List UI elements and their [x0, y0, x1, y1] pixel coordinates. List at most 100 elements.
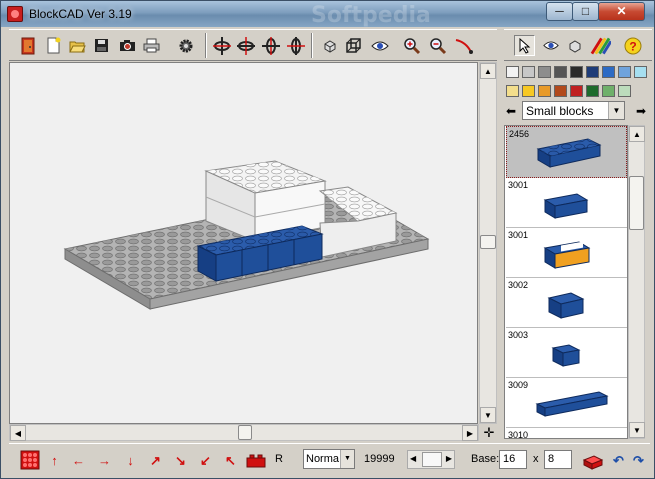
- render-mode-value: Norma: [306, 453, 340, 465]
- list-item[interactable]: 3009: [506, 378, 627, 428]
- crosshair-icon[interactable]: ✛: [481, 425, 497, 441]
- list-item[interactable]: 3001: [506, 228, 627, 278]
- category-select[interactable]: Small blocks ▼: [522, 101, 625, 120]
- move-up-left-arrow-icon[interactable]: ↖: [221, 451, 240, 470]
- chevron-down-icon[interactable]: ▼: [608, 102, 624, 119]
- eye-toggle-icon[interactable]: [540, 35, 561, 56]
- close-button[interactable]: ✕: [598, 2, 645, 21]
- toolbar-separator: [205, 33, 207, 58]
- rotate-label[interactable]: R: [275, 453, 283, 465]
- base-width-input[interactable]: 16: [499, 450, 527, 469]
- viewport-vertical-scrollbar[interactable]: ▲ ▼: [479, 62, 497, 424]
- rotate-down-icon[interactable]: [285, 35, 306, 56]
- solid-view-icon[interactable]: [319, 35, 340, 56]
- color-rainbow-icon[interactable]: [590, 35, 611, 56]
- part-list-scrollbar[interactable]: ▲ ▼: [628, 125, 645, 439]
- rotate-right-icon[interactable]: [235, 35, 256, 56]
- counter-spinner[interactable]: ◀ ▶: [407, 450, 455, 469]
- scroll-up-arrow-icon[interactable]: ▲: [480, 63, 496, 79]
- part-thumbnail: [536, 138, 602, 168]
- chevron-down-icon[interactable]: ▼: [340, 450, 354, 468]
- move-down-arrow-icon[interactable]: ↓: [121, 451, 140, 470]
- color-swatch[interactable]: [634, 66, 647, 78]
- list-item[interactable]: 3002: [506, 278, 627, 328]
- app-icon[interactable]: [7, 6, 23, 22]
- color-swatch[interactable]: [618, 85, 631, 97]
- scroll-up-arrow-icon[interactable]: ▲: [629, 126, 645, 142]
- grid-brick-icon[interactable]: [19, 449, 40, 470]
- model-render: [63, 160, 430, 310]
- part-thumbnail: [543, 193, 589, 219]
- move-up-right-arrow-icon[interactable]: ↗: [146, 451, 165, 470]
- color-swatch[interactable]: [602, 85, 615, 97]
- brick-icon[interactable]: [245, 451, 267, 470]
- previous-category-arrow-icon[interactable]: ⬅: [504, 104, 518, 118]
- color-swatch[interactable]: [522, 85, 535, 97]
- spin-thumb[interactable]: [422, 452, 442, 467]
- scroll-left-arrow-icon[interactable]: ◀: [10, 425, 26, 441]
- color-swatch[interactable]: [538, 85, 551, 97]
- zoom-out-icon[interactable]: [427, 35, 448, 56]
- print-icon[interactable]: [141, 35, 162, 56]
- scroll-down-arrow-icon[interactable]: ▼: [480, 407, 496, 423]
- list-item[interactable]: 3010: [506, 428, 627, 438]
- viewport-horizontal-scrollbar[interactable]: ◀ ▶: [9, 424, 479, 441]
- move-down-right-arrow-icon[interactable]: ↘: [171, 451, 190, 470]
- spin-right-arrow-icon[interactable]: ▶: [446, 454, 452, 463]
- move-left-arrow-icon[interactable]: ←: [69, 451, 88, 470]
- rotate-left-icon[interactable]: [211, 35, 232, 56]
- part-thumbnail: [535, 391, 609, 417]
- minimize-button[interactable]: ─: [546, 2, 573, 21]
- horizontal-scroll-thumb[interactable]: [238, 425, 252, 440]
- part-thumbnail: [547, 292, 585, 319]
- color-swatch[interactable]: [602, 66, 615, 78]
- color-swatch[interactable]: [554, 85, 567, 97]
- color-swatch[interactable]: [554, 66, 567, 78]
- redo-icon[interactable]: ↷: [629, 451, 648, 470]
- new-file-icon[interactable]: [43, 35, 64, 56]
- render-mode-select[interactable]: Norma ▼: [303, 449, 355, 469]
- color-swatch[interactable]: [586, 66, 599, 78]
- color-swatch[interactable]: [586, 85, 599, 97]
- category-select-value: Small blocks: [526, 104, 594, 118]
- pointer-select-icon[interactable]: [514, 35, 535, 56]
- wand-tool-icon[interactable]: [453, 35, 474, 56]
- list-item[interactable]: 2456: [506, 126, 627, 178]
- color-swatch[interactable]: [522, 66, 535, 78]
- block-shape-icon[interactable]: [564, 35, 585, 56]
- color-swatch[interactable]: [618, 66, 631, 78]
- help-icon[interactable]: ?: [622, 35, 643, 56]
- rotate-up-icon[interactable]: [260, 35, 281, 56]
- scroll-down-arrow-icon[interactable]: ▼: [629, 422, 645, 438]
- maximize-button[interactable]: □: [572, 2, 599, 21]
- color-swatch[interactable]: [506, 66, 519, 78]
- base-brick-icon[interactable]: [581, 451, 605, 470]
- color-swatch[interactable]: [506, 85, 519, 97]
- list-item[interactable]: 3003: [506, 328, 627, 378]
- open-folder-icon[interactable]: [67, 35, 88, 56]
- scroll-right-arrow-icon[interactable]: ▶: [462, 425, 478, 441]
- undo-icon[interactable]: ↶: [609, 451, 628, 470]
- exit-door-icon[interactable]: [17, 35, 38, 56]
- move-up-arrow-icon[interactable]: ↑: [45, 451, 64, 470]
- move-right-arrow-icon[interactable]: →: [95, 451, 114, 470]
- vertical-scroll-thumb[interactable]: [480, 235, 496, 249]
- color-swatch[interactable]: [570, 66, 583, 78]
- color-swatch[interactable]: [570, 85, 583, 97]
- settings-gear-icon[interactable]: [175, 35, 196, 56]
- next-category-arrow-icon[interactable]: ➡: [634, 104, 648, 118]
- camera-icon[interactable]: [117, 35, 138, 56]
- zoom-in-icon[interactable]: [401, 35, 422, 56]
- watermark-text: Softpedia: [311, 3, 431, 28]
- base-depth-input[interactable]: 8: [544, 450, 572, 469]
- spin-left-arrow-icon[interactable]: ◀: [410, 454, 416, 463]
- model-viewport[interactable]: [9, 62, 478, 424]
- save-disk-icon[interactable]: [91, 35, 112, 56]
- wireframe-view-icon[interactable]: [343, 35, 364, 56]
- list-item[interactable]: 3001: [506, 178, 627, 228]
- eye-view-icon[interactable]: [369, 35, 390, 56]
- counter-value: 19999: [364, 453, 395, 465]
- color-swatch[interactable]: [538, 66, 551, 78]
- part-list-scroll-thumb[interactable]: [629, 176, 644, 230]
- move-down-left-arrow-icon[interactable]: ↙: [196, 451, 215, 470]
